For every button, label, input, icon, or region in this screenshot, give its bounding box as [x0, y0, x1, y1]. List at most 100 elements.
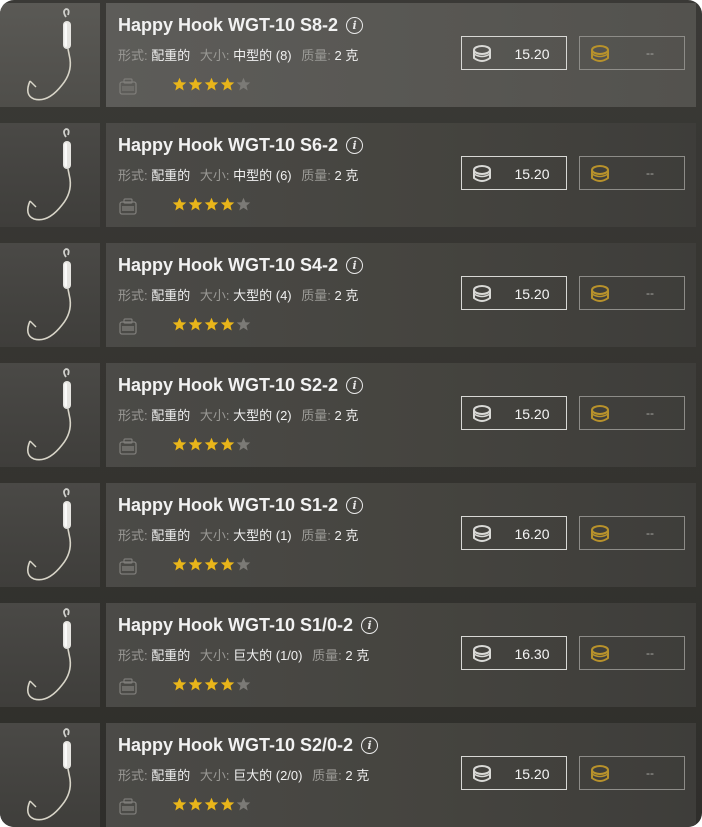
star-filled-icon — [220, 197, 235, 211]
buy-gold-button[interactable]: -- — [579, 636, 685, 670]
info-icon[interactable]: i — [361, 737, 379, 754]
item-card[interactable]: Happy Hook WGT-10 S6-2 i 形式: 配重的 大小: 中型的… — [106, 123, 696, 227]
hook-thumbnail[interactable] — [0, 243, 100, 347]
item-attributes: 形式: 配重的 大小: 大型的 (4) 质量: 2 克 — [118, 285, 358, 304]
hook-thumbnail[interactable] — [0, 123, 100, 227]
list-item[interactable]: Happy Hook WGT-10 S6-2 i 形式: 配重的 大小: 中型的… — [0, 123, 702, 227]
item-card[interactable]: Happy Hook WGT-10 S1/0-2 i 形式: 配重的 大小: 巨… — [106, 603, 696, 707]
item-name: Happy Hook WGT-10 S1/0-2 — [118, 615, 354, 635]
buy-silver-button[interactable]: 15.20 — [461, 36, 567, 70]
hook-thumbnail[interactable] — [0, 723, 100, 827]
weight-label: 质量: — [312, 768, 342, 783]
gold-coin-icon — [591, 285, 609, 302]
gold-coin-icon — [591, 165, 609, 182]
star-filled-icon — [188, 797, 203, 811]
weight-label: 质量: — [301, 408, 331, 423]
star-filled-icon — [204, 797, 219, 811]
size-value: 中型的 (6) — [233, 168, 292, 183]
size-label: 大小: — [199, 408, 230, 423]
buy-gold-button[interactable]: -- — [579, 516, 685, 550]
star-filled-icon — [204, 437, 219, 451]
item-card[interactable]: Happy Hook WGT-10 S8-2 i 形式: 配重的 大小: 中型的… — [106, 3, 696, 107]
star-filled-icon — [172, 197, 187, 211]
info-icon[interactable]: i — [346, 17, 364, 34]
buy-silver-button[interactable]: 16.20 — [461, 516, 567, 550]
weight-label: 质量: — [301, 288, 331, 303]
buy-silver-button[interactable]: 16.30 — [461, 636, 567, 670]
star-empty-icon — [236, 557, 251, 571]
buy-silver-button[interactable]: 15.20 — [461, 156, 567, 190]
info-icon[interactable]: i — [346, 137, 364, 154]
size-value: 大型的 (1) — [233, 528, 292, 543]
weight-value: 2 克 — [334, 48, 359, 63]
silver-price: 15.20 — [514, 406, 550, 422]
star-filled-icon — [172, 437, 187, 451]
form-label: 形式: — [118, 408, 148, 423]
form-value: 配重的 — [151, 528, 191, 543]
info-icon[interactable]: i — [346, 377, 364, 394]
item-card[interactable]: Happy Hook WGT-10 S4-2 i 形式: 配重的 大小: 大型的… — [106, 243, 696, 347]
buy-silver-button[interactable]: 15.20 — [461, 276, 567, 310]
silver-price: 16.30 — [514, 646, 550, 662]
level-badge-icon — [119, 678, 137, 695]
buy-gold-button[interactable]: -- — [579, 276, 685, 310]
hook-thumbnail[interactable] — [0, 603, 100, 707]
star-filled-icon — [204, 317, 219, 331]
silver-price: 15.20 — [514, 166, 550, 182]
form-label: 形式: — [118, 168, 148, 183]
buy-gold-button[interactable]: -- — [579, 36, 685, 70]
silver-coin-icon — [473, 645, 491, 662]
list-item[interactable]: Happy Hook WGT-10 S2-2 i 形式: 配重的 大小: 大型的… — [0, 363, 702, 467]
list-item[interactable]: Happy Hook WGT-10 S1/0-2 i 形式: 配重的 大小: 巨… — [0, 603, 702, 707]
star-filled-icon — [220, 677, 235, 691]
info-icon[interactable]: i — [361, 617, 379, 634]
silver-coin-icon — [473, 405, 491, 422]
star-filled-icon — [220, 797, 235, 811]
star-empty-icon — [236, 677, 251, 691]
star-filled-icon — [188, 317, 203, 331]
buy-silver-button[interactable]: 15.20 — [461, 396, 567, 430]
level-badge-icon — [119, 318, 137, 335]
item-name: Happy Hook WGT-10 S1-2 — [118, 495, 339, 515]
star-filled-icon — [172, 557, 187, 571]
form-label: 形式: — [118, 768, 148, 783]
item-attributes: 形式: 配重的 大小: 大型的 (1) 质量: 2 克 — [118, 525, 358, 544]
item-title: Happy Hook WGT-10 S1-2 i — [118, 495, 364, 516]
info-icon[interactable]: i — [346, 497, 364, 514]
item-attributes: 形式: 配重的 大小: 中型的 (6) 质量: 2 克 — [118, 165, 358, 184]
hook-thumbnail[interactable] — [0, 483, 100, 587]
gold-coin-icon — [591, 405, 609, 422]
silver-coin-icon — [473, 285, 491, 302]
star-filled-icon — [220, 77, 235, 91]
buy-silver-button[interactable]: 15.20 — [461, 756, 567, 790]
item-attributes: 形式: 配重的 大小: 巨大的 (2/0) 质量: 2 克 — [118, 765, 369, 784]
hook-thumbnail[interactable] — [0, 3, 100, 107]
hook-thumbnail[interactable] — [0, 363, 100, 467]
item-card[interactable]: Happy Hook WGT-10 S1-2 i 形式: 配重的 大小: 大型的… — [106, 483, 696, 587]
item-card[interactable]: Happy Hook WGT-10 S2/0-2 i 形式: 配重的 大小: 巨… — [106, 723, 696, 827]
size-value: 大型的 (4) — [233, 288, 292, 303]
list-item[interactable]: Happy Hook WGT-10 S8-2 i 形式: 配重的 大小: 中型的… — [0, 3, 702, 107]
weighted-hook-icon — [26, 128, 72, 221]
info-icon[interactable]: i — [346, 257, 364, 274]
list-item[interactable]: Happy Hook WGT-10 S4-2 i 形式: 配重的 大小: 大型的… — [0, 243, 702, 347]
star-filled-icon — [188, 557, 203, 571]
star-filled-icon — [204, 197, 219, 211]
star-filled-icon — [220, 437, 235, 451]
buy-gold-button[interactable]: -- — [579, 396, 685, 430]
buy-gold-button[interactable]: -- — [579, 756, 685, 790]
weighted-hook-icon — [26, 728, 72, 821]
level-badge-icon — [119, 798, 137, 815]
silver-coin-icon — [473, 765, 491, 782]
level-badge-icon — [119, 78, 137, 95]
level-badge-icon — [119, 438, 137, 455]
silver-price: 16.20 — [514, 526, 550, 542]
item-card[interactable]: Happy Hook WGT-10 S2-2 i 形式: 配重的 大小: 大型的… — [106, 363, 696, 467]
size-label: 大小: — [199, 648, 230, 663]
weight-label: 质量: — [301, 528, 331, 543]
buy-gold-button[interactable]: -- — [579, 156, 685, 190]
star-filled-icon — [188, 77, 203, 91]
star-filled-icon — [204, 77, 219, 91]
list-item[interactable]: Happy Hook WGT-10 S1-2 i 形式: 配重的 大小: 大型的… — [0, 483, 702, 587]
list-item[interactable]: Happy Hook WGT-10 S2/0-2 i 形式: 配重的 大小: 巨… — [0, 723, 702, 827]
